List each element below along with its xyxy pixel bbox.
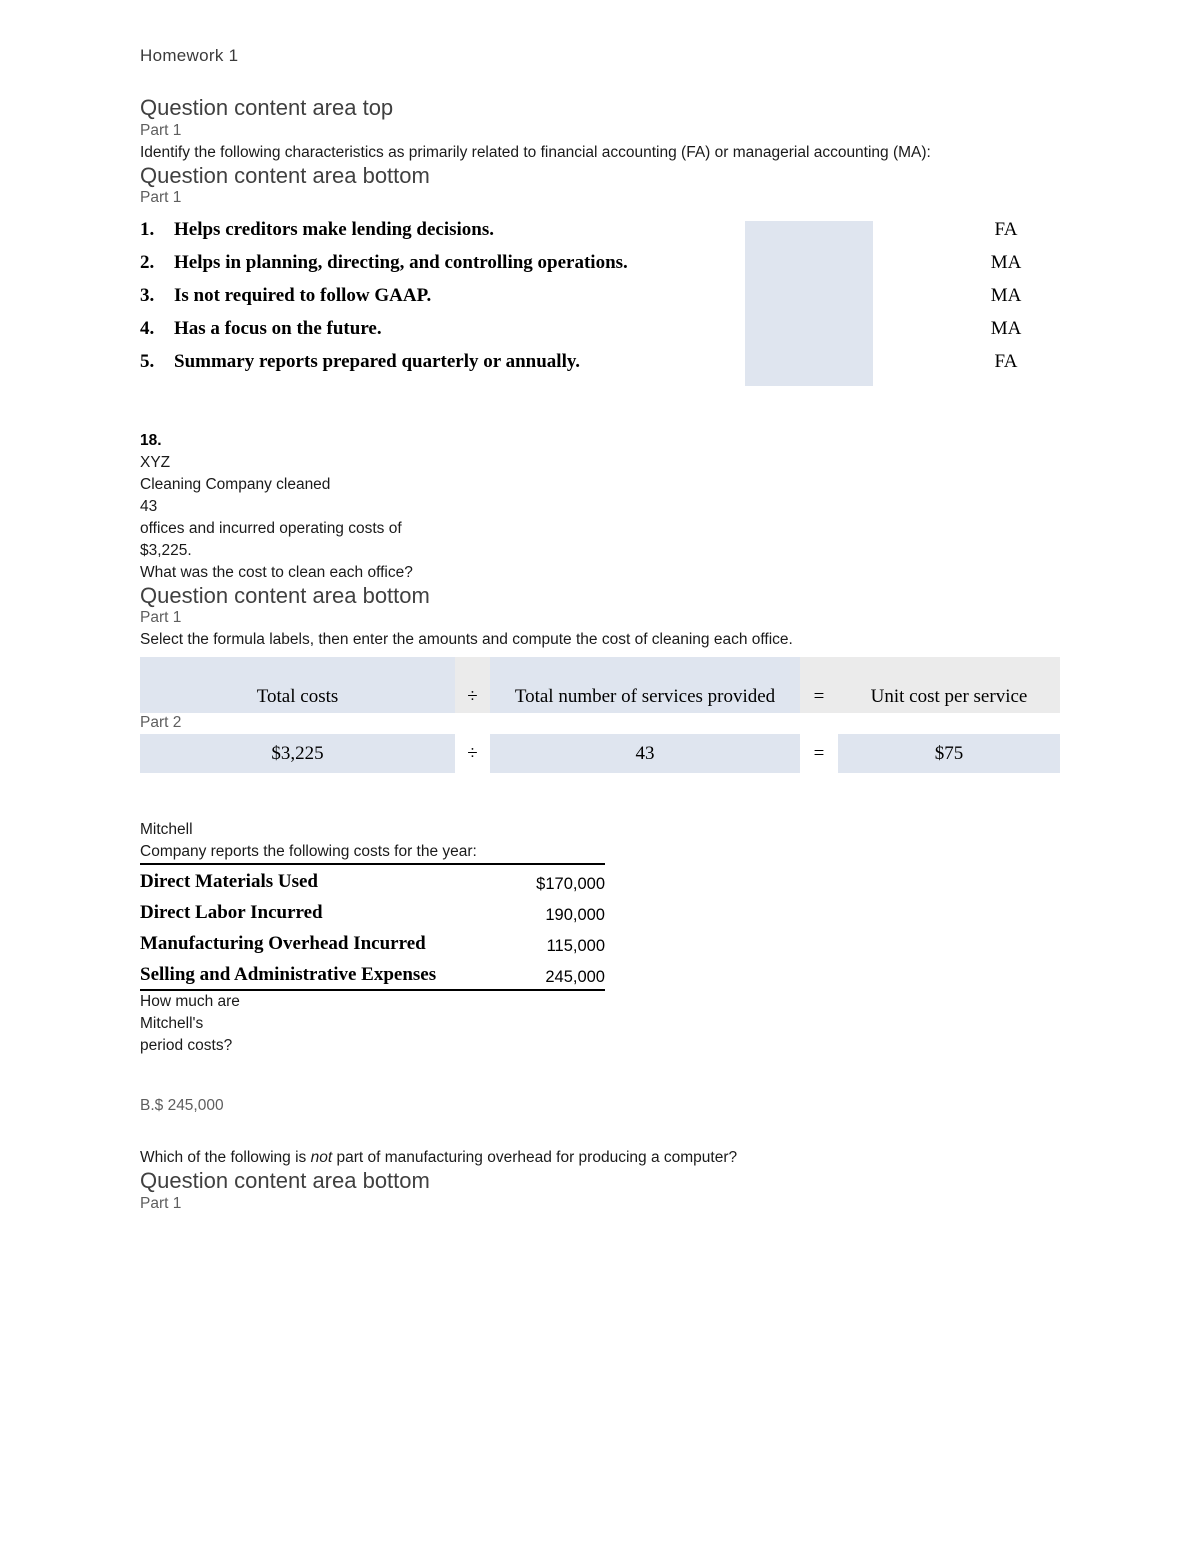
cost-label: Manufacturing Overhead Incurred [140,933,426,955]
overhead-question-part-1: Which of the following is [140,1149,311,1167]
list-item-label: Helps in planning, directing, and contro… [174,252,628,274]
formula-value-result[interactable]: $75 [838,734,1060,774]
mitchell-answer-choice[interactable]: B.$ 245,000 [140,1095,1070,1117]
list-item-answer[interactable]: MA [942,285,1070,307]
formula-value-row: $3,225 ÷ 43 = $75 [140,734,1060,774]
formula-operator-equals: = [800,657,838,714]
question-content-area-bottom-heading-overhead: Question content area bottom [140,1168,430,1194]
question-prompt-s1: Identify the following characteristics a… [140,143,931,161]
formula-label-result: Unit cost per service [838,657,1060,714]
spacer-after-formula [140,773,1070,819]
table-row: Selling and Administrative Expenses 245,0… [140,958,605,992]
list-item: 1. Helps creditors make lending decisions… [140,219,1070,252]
question-content-area-bottom-heading-s18: Question content area bottom [140,582,430,608]
list-item: 2. Helps in planning, directing, and cont… [140,252,1070,285]
cost-value: $170,000 [517,863,605,897]
mitchell-intro-line-1: Mitchell [140,821,193,839]
part-label-overhead: Part 1 [140,1194,182,1212]
part-label-s1-top: Part 1 [140,121,182,139]
part-label-s18-1: Part 1 [140,609,182,627]
question-content-area-top-heading: Question content area top [140,95,394,120]
formula-value-operator-divide: ÷ [455,734,490,774]
q18-line-2: Cleaning Company cleaned [140,475,331,493]
cost-label: Direct Materials Used [140,863,518,897]
question-content-area-bottom-heading-s1: Question content area bottom [140,162,430,188]
list-item-label: Is not required to follow GAAP. [174,285,432,307]
characteristics-list-wrapper: 1. Helps creditors make lending decisions… [140,219,1070,387]
mitchell-cost-table: Direct Materials Used $170,000 Direct Labo… [140,863,605,992]
table-row: Manufacturing Overhead Incurred 115,000 [140,927,605,958]
formula-operator-divide: ÷ [455,657,490,714]
cost-value: 115,000 [546,937,605,956]
mitchell-question-line-2: Mitchell's [140,1015,204,1033]
list-item: 5. Summary reports prepared quarterly or … [140,351,1070,384]
formula-value-term2[interactable]: 43 [490,734,800,774]
list-item-number: 1. [140,219,155,241]
overhead-question-emphasis: not [310,1149,333,1167]
part-label-s1-bottom: Part 1 [140,189,182,207]
document-page: Homework 1 Question content area top Par… [140,0,1070,1215]
mitchell-intro-line-2: Company reports the following costs for … [140,843,477,861]
q18-line-6: What was the cost to clean each office? [140,563,413,581]
overhead-question: Which of the following is not part of ma… [140,1147,1070,1169]
spacer-after-list [140,384,1070,430]
q18-line-1: XYZ [140,453,171,471]
list-item-number: 2. [140,252,155,274]
table-row: Direct Materials Used $170,000 [140,863,605,897]
spacer-before-answer [140,1057,1070,1095]
q18-line-3: 43 [140,497,158,515]
formula-instruction: Select the formula labels, then enter th… [140,631,793,649]
list-item-number: 3. [140,285,155,307]
part-label-s18-2: Part 2 [140,714,182,732]
list-item-number: 5. [140,351,155,373]
list-item-label: Helps creditors make lending decisions. [174,219,495,241]
q18-line-5: $3,225. [140,541,192,559]
list-item-answer[interactable]: MA [942,318,1070,340]
spacer-after-title [140,66,1070,96]
q18-line-4: offices and incurred operating costs of [140,519,402,537]
top-spacer [140,0,1070,46]
list-item: 3. Is not required to follow GAAP. MA [140,285,1070,318]
spacer-before-list [140,209,1070,219]
formula-header-row: Total costs ÷ Total number of services p… [140,657,1060,714]
formula-label-term2[interactable]: Total number of services provided [490,657,800,714]
spacer-before-overhead-question [140,1117,1070,1147]
cost-value: 245,000 [517,958,605,992]
formula-value-term1[interactable]: $3,225 [140,734,455,774]
list-item-label: Has a focus on the future. [174,318,382,340]
cost-label: Direct Labor Incurred [140,902,323,924]
mitchell-question-line-3: period costs? [140,1037,233,1055]
cost-label: Selling and Administrative Expenses [140,958,518,992]
list-item-label: Summary reports prepared quarterly or an… [174,351,581,373]
characteristics-list: 1. Helps creditors make lending decisions… [140,219,1070,384]
formula-value-operator-equals: = [800,734,838,774]
question-number-18: 18. [140,432,162,450]
list-item-answer[interactable]: MA [942,252,1070,274]
cost-value: 190,000 [545,906,605,925]
overhead-question-part-2: part of manufacturing overhead for produ… [332,1149,738,1167]
mitchell-question-line-1: How much are [140,993,240,1011]
document-title: Homework 1 [140,46,239,65]
list-item-answer[interactable]: FA [942,351,1070,373]
list-item: 4. Has a focus on the future. MA [140,318,1070,351]
table-row: Direct Labor Incurred 190,000 [140,896,605,927]
formula-label-term1[interactable]: Total costs [140,657,455,714]
list-item-number: 4. [140,318,155,340]
list-item-answer[interactable]: FA [942,219,1070,241]
